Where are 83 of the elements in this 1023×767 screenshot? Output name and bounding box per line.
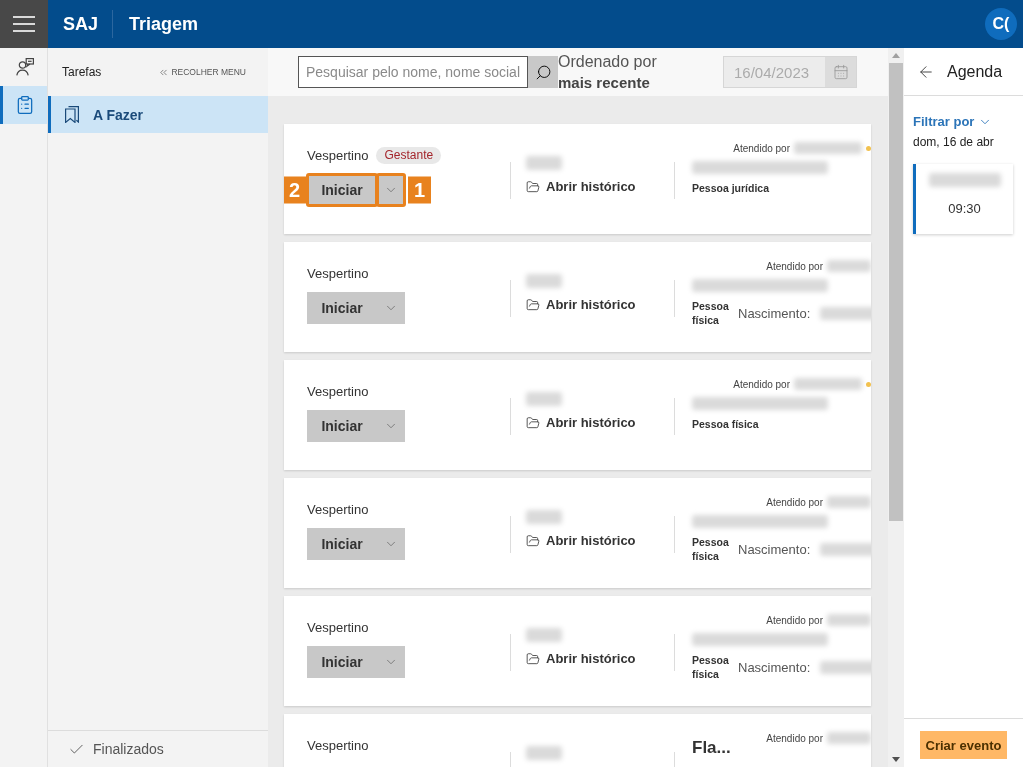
callout-badge: 2 bbox=[284, 176, 306, 204]
person-type: Pessoa jurídica bbox=[692, 181, 770, 195]
blurred-text bbox=[820, 306, 871, 320]
start-options-button[interactable] bbox=[377, 528, 405, 560]
status-tag: Gestante bbox=[376, 146, 442, 164]
blurred-text bbox=[827, 496, 871, 508]
panel-title: Tarefas bbox=[62, 65, 102, 79]
blurred-text bbox=[820, 542, 871, 556]
shift-label: Vespertino bbox=[307, 147, 369, 163]
sort-button[interactable]: Ordenado por mais recente bbox=[558, 51, 657, 93]
patient-name: Fla... bbox=[692, 738, 731, 758]
blurred-text bbox=[794, 378, 862, 390]
start-options-button[interactable] bbox=[377, 410, 405, 442]
birth-label: Nascimento: bbox=[738, 305, 811, 321]
history-link[interactable]: Abrir histórico bbox=[526, 297, 636, 312]
search-button[interactable] bbox=[528, 56, 558, 88]
start-options-button[interactable] bbox=[377, 292, 405, 324]
folder-icon bbox=[526, 533, 540, 548]
start-button[interactable]: Iniciar bbox=[307, 528, 377, 560]
menu-button[interactable] bbox=[0, 0, 48, 48]
folder-icon bbox=[526, 415, 540, 430]
event-card[interactable]: 09:30 bbox=[913, 164, 1013, 234]
search-field[interactable]: Pesquisar pelo nome, nome social bbox=[298, 56, 528, 88]
callout-badge: 1 bbox=[408, 176, 431, 204]
person-chat-icon bbox=[16, 58, 34, 76]
person-type: Pessoa física bbox=[692, 653, 728, 681]
blurred-text bbox=[526, 392, 562, 406]
bookmarks-icon bbox=[65, 106, 79, 123]
history-link[interactable]: Abrir histórico bbox=[526, 179, 636, 194]
start-button[interactable]: Iniciar bbox=[307, 646, 377, 678]
menu-icon bbox=[13, 16, 35, 32]
shift-label: Vespertino bbox=[307, 501, 369, 517]
start-button[interactable]: Iniciar bbox=[307, 292, 377, 324]
attended-by-label: Atendido por bbox=[733, 378, 790, 390]
start-button[interactable]: Iniciar bbox=[307, 410, 377, 442]
shift-label: Vespertino bbox=[307, 265, 369, 281]
blurred-text bbox=[526, 746, 562, 760]
attended-by-label: Atendido por bbox=[766, 614, 823, 626]
shift-label: Vespertino bbox=[307, 619, 369, 635]
module-title: Triagem bbox=[129, 13, 199, 36]
rail-button[interactable] bbox=[0, 86, 47, 124]
scrollbar-track[interactable] bbox=[888, 48, 904, 767]
collapse-menu-button[interactable]: RECOLHER MENU bbox=[158, 66, 246, 78]
user-avatar[interactable]: C( bbox=[985, 8, 1017, 40]
person-type: Pessoa física bbox=[692, 299, 728, 327]
menu-item[interactable]: A Fazer bbox=[48, 96, 268, 133]
folder-icon bbox=[526, 179, 540, 194]
blurred-text bbox=[827, 732, 871, 744]
folder-icon bbox=[526, 651, 540, 666]
create-event-button[interactable]: Criar evento bbox=[920, 731, 1007, 759]
product-name: SAJ bbox=[63, 13, 98, 36]
blurred-text bbox=[827, 614, 871, 626]
attended-by-label: Atendido por bbox=[766, 260, 823, 272]
scroll-down-icon[interactable] bbox=[892, 757, 900, 762]
blurred-text bbox=[827, 260, 871, 272]
event-time: 09:30 bbox=[948, 201, 981, 216]
birth-label: Nascimento: bbox=[738, 659, 811, 675]
birth-label: Nascimento: bbox=[738, 541, 811, 557]
history-link[interactable]: Abrir histórico bbox=[526, 651, 636, 666]
clipboard-list-icon bbox=[15, 95, 35, 115]
panel-title: Agenda bbox=[947, 62, 1003, 81]
scroll-up-icon[interactable] bbox=[892, 53, 900, 58]
start-options-button[interactable] bbox=[377, 646, 405, 678]
shift-label: Vespertino bbox=[307, 737, 369, 753]
history-link[interactable]: Abrir histórico bbox=[526, 415, 636, 430]
blurred-text bbox=[820, 660, 871, 674]
person-type: Pessoa física bbox=[692, 535, 728, 563]
shift-label: Vespertino bbox=[307, 383, 369, 399]
folder-icon bbox=[526, 297, 540, 312]
attended-by-label: Atendido por bbox=[733, 142, 790, 154]
agenda-date: dom, 16 de abr bbox=[913, 135, 995, 149]
filter-button[interactable]: Filtrar por bbox=[913, 114, 993, 129]
scrollbar-thumb[interactable] bbox=[889, 63, 903, 521]
search-icon bbox=[534, 63, 552, 81]
blurred-text bbox=[526, 510, 562, 524]
blurred-text bbox=[794, 142, 862, 154]
attended-by-label: Atendido por bbox=[766, 732, 823, 744]
blurred-text bbox=[526, 628, 562, 642]
attended-by-label: Atendido por bbox=[766, 496, 823, 508]
history-link[interactable]: Abrir histórico bbox=[526, 533, 636, 548]
person-type: Pessoa física bbox=[692, 417, 759, 431]
blurred-text bbox=[526, 274, 562, 288]
blurred-text bbox=[526, 156, 562, 170]
